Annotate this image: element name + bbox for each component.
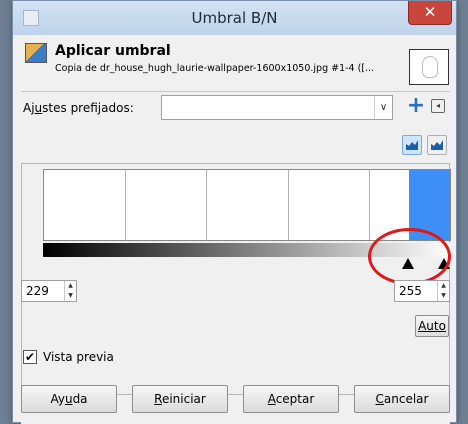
log-histogram-button[interactable] <box>427 135 447 155</box>
threshold-tool-icon <box>25 43 47 63</box>
histogram-gridline <box>288 170 289 240</box>
log-histogram-icon <box>431 140 443 150</box>
close-button[interactable]: ✕ <box>408 1 452 25</box>
high-threshold-input[interactable]: 255 ▲ ▼ <box>394 280 450 302</box>
accept-button[interactable]: Aceptar <box>243 385 339 413</box>
linear-histogram-icon <box>406 140 418 150</box>
menu-arrow-icon[interactable]: ◂ <box>431 99 445 113</box>
title-bar[interactable]: Umbral B/N ✕ <box>13 1 456 35</box>
spin-arrows-icon[interactable]: ▲ ▼ <box>437 281 449 301</box>
thumbnail-face-icon <box>422 56 438 78</box>
spin-arrows-icon[interactable]: ▲ ▼ <box>64 281 76 301</box>
cancel-button[interactable]: Cancelar <box>354 385 450 413</box>
histogram-gridline <box>125 170 126 240</box>
low-threshold-input[interactable]: 229 ▲ ▼ <box>21 280 77 302</box>
histogram-gridline <box>369 170 370 240</box>
histogram-gridline <box>206 170 207 240</box>
presets-label: Ajustes prefijados: <box>23 101 134 115</box>
presets-combo[interactable]: ∨ <box>161 95 393 120</box>
low-threshold-value: 229 <box>26 284 49 298</box>
separator <box>21 91 450 92</box>
image-subtitle: Copia de dr_house_hugh_laurie-wallpaper-… <box>55 63 375 74</box>
help-button[interactable]: Ayuda <box>21 385 117 413</box>
dialog-content: Aplicar umbral Copia de dr_house_hugh_la… <box>21 35 451 424</box>
linear-histogram-button[interactable] <box>402 135 422 155</box>
high-threshold-value: 255 <box>399 284 422 298</box>
tool-name: Aplicar umbral <box>55 43 171 59</box>
threshold-dialog: Umbral B/N ✕ Aplicar umbral Copia de dr_… <box>12 0 457 424</box>
chevron-down-icon[interactable]: ∨ <box>374 96 392 119</box>
window-title: Umbral B/N <box>191 9 278 27</box>
image-thumbnail <box>409 49 449 85</box>
reset-button[interactable]: Reiniciar <box>132 385 228 413</box>
preview-checkbox[interactable]: ✔ <box>23 350 37 364</box>
preview-label: Vista previa <box>43 350 114 364</box>
tool-header: Aplicar umbral Copia de dr_house_hugh_la… <box>21 39 450 87</box>
auto-button[interactable]: Auto <box>415 315 449 337</box>
highlight-ring <box>368 228 451 285</box>
plus-icon[interactable]: + <box>406 95 426 117</box>
